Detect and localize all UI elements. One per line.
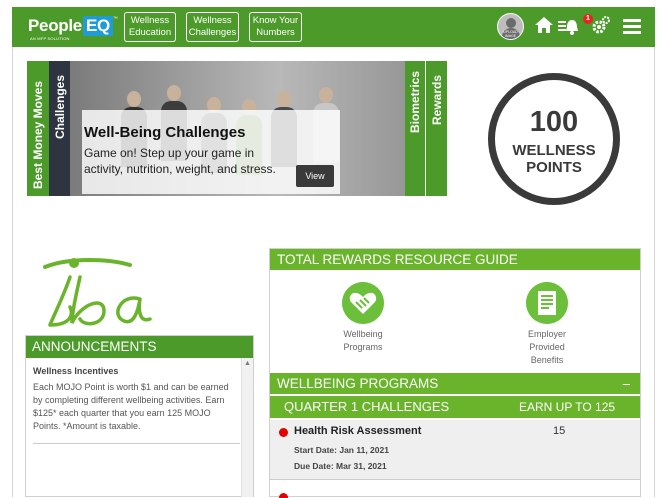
wellbeing-programs-title: WELLBEING PROGRAMS — [277, 376, 439, 391]
banner-description: Game on! Step up your game in activity, … — [84, 146, 276, 176]
rewards-resource-panel: TOTAL REWARDS RESOURCE GUIDE Wellbeing P… — [269, 248, 641, 498]
logo-text: People — [28, 16, 82, 35]
logo-subtitle: AN MFP SOLUTION — [30, 36, 70, 41]
nav-label-line1: Wellness — [130, 15, 170, 26]
tab-biometrics[interactable]: Biometrics — [405, 61, 425, 196]
announcements-panel: ANNOUNCEMENTS Wellness Incentives Each M… — [25, 335, 254, 497]
status-dot — [279, 493, 288, 498]
nav-label-line1: Wellness — [193, 15, 232, 26]
challenge-start-date: Start Date: Jan 11, 2021 — [294, 445, 389, 455]
challenge-row[interactable]: Health Risk Assessment 15 Start Date: Ja… — [270, 420, 640, 480]
settings-icon[interactable] — [591, 15, 611, 35]
status-dot — [279, 428, 288, 437]
avatar-upload-text: UPLOAD IMAGE — [503, 30, 518, 38]
rewards-guide-header: TOTAL REWARDS RESOURCE GUIDE — [270, 249, 640, 270]
announcement-body: Each MOJO Point is worth $1 and can be e… — [33, 382, 229, 431]
notifications-icon[interactable] — [557, 15, 579, 37]
iba-logo — [43, 258, 152, 327]
logo-eq: EQ — [82, 16, 113, 36]
nav-wellness-education-button[interactable]: Wellness Education — [124, 12, 176, 42]
home-icon[interactable] — [534, 15, 554, 35]
nav-label-line2: Numbers — [256, 27, 295, 38]
points-label: WELLNESS POINTS — [495, 142, 613, 176]
challenge-due-date: Due Date: Mar 31, 2021 — [294, 461, 387, 471]
label-line: Programs — [343, 342, 383, 352]
menu-icon[interactable] — [623, 17, 641, 35]
earn-label: EARN UP TO 125 — [519, 400, 616, 414]
label-line: Wellbeing — [343, 329, 383, 339]
announcements-header: ANNOUNCEMENTS — [26, 336, 253, 358]
employer-benefits-link[interactable]: Employer Provided Benefits — [507, 328, 587, 367]
nav-label-line1: Know Your — [252, 15, 299, 26]
tab-challenges[interactable]: Challenges — [49, 61, 70, 196]
collapse-icon[interactable]: – — [623, 373, 630, 394]
label-line: Provided — [529, 342, 565, 352]
quarter-header: QUARTER 1 CHALLENGES EARN UP TO 125 — [270, 396, 640, 418]
wellbeing-programs-link[interactable]: Wellbeing Programs — [323, 328, 403, 354]
points-label-line1: WELLNESS — [512, 142, 596, 159]
points-label-line2: POINTS — [526, 159, 582, 176]
label-line: Employer — [527, 329, 566, 339]
document-icon[interactable] — [526, 282, 568, 324]
scroll-up-icon[interactable]: ▲ — [244, 360, 251, 367]
tab-label: Rewards — [430, 74, 444, 125]
tab-rewards[interactable]: Rewards — [425, 61, 447, 196]
announcements-scrollbar[interactable]: ▲ — [241, 358, 253, 497]
handshake-icon[interactable] — [342, 282, 384, 324]
nav-label-line2: Challenges — [188, 27, 237, 38]
tab-label: Biometrics — [408, 70, 422, 133]
divider — [33, 443, 240, 444]
tab-best-money-moves[interactable]: Best Money Moves — [27, 61, 49, 196]
wellness-points-badge: 100 WELLNESS POINTS — [488, 73, 620, 205]
avatar[interactable]: UPLOAD IMAGE — [497, 13, 524, 40]
nav-wellness-challenges-button[interactable]: Wellness Challenges — [186, 12, 239, 42]
challenge-title: Health Risk Assessment — [294, 425, 422, 437]
tab-label: Best Money Moves — [31, 80, 45, 189]
challenge-points: 15 — [553, 425, 566, 437]
label-line: Benefits — [530, 355, 564, 365]
banner-title: Well-Being Challenges — [84, 124, 246, 141]
peopleeq-logo[interactable]: People EQ ™ — [28, 16, 118, 36]
announcement-title: Wellness Incentives — [33, 366, 119, 376]
tab-label: Challenges — [53, 74, 67, 139]
nav-label-line2: Education — [128, 27, 172, 38]
logo-tm: ™ — [112, 16, 118, 22]
points-value: 100 — [529, 106, 579, 138]
top-nav-bar: People EQ ™ AN MFP SOLUTION Wellness Educa… — [12, 7, 655, 47]
wellbeing-programs-header[interactable]: WELLBEING PROGRAMS – — [270, 373, 640, 394]
view-button[interactable]: View — [296, 165, 334, 187]
quarter-label: QUARTER 1 CHALLENGES — [284, 399, 450, 414]
nav-know-your-numbers-button[interactable]: Know Your Numbers — [249, 12, 302, 42]
